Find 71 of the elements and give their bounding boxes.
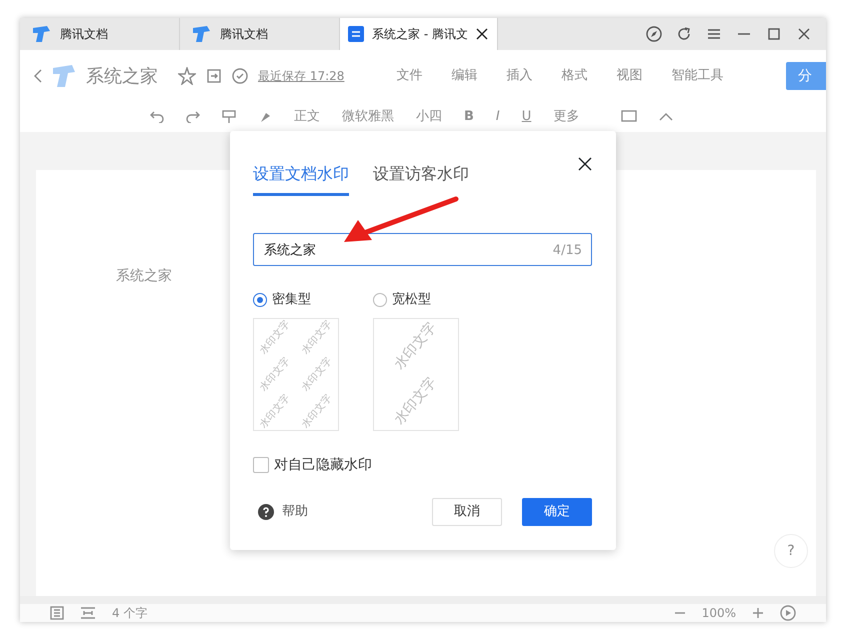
help-icon bbox=[258, 504, 274, 520]
page-width-icon[interactable] bbox=[80, 606, 96, 620]
watermark-text: 水印文字 bbox=[256, 392, 294, 430]
tab-title: 腾讯文档 bbox=[60, 26, 108, 43]
bold-button[interactable]: B bbox=[464, 107, 474, 127]
folder-icon[interactable] bbox=[206, 68, 222, 84]
browser-tab[interactable]: 系统之家 - 腾讯文 bbox=[340, 18, 498, 50]
save-status: 最近保存 17:28 bbox=[258, 68, 344, 85]
menu-item[interactable]: 格式 bbox=[561, 66, 588, 86]
maximize-icon[interactable] bbox=[766, 26, 782, 42]
logo-icon bbox=[32, 25, 50, 43]
radio-option[interactable]: 密集型 bbox=[253, 290, 339, 310]
option-label: 宽松型 bbox=[392, 291, 431, 309]
confirm-button[interactable]: 确定 bbox=[522, 498, 592, 526]
character-counter: 4/15 bbox=[552, 242, 582, 260]
size-dropdown[interactable]: 小四 bbox=[416, 107, 442, 127]
watermark-text: 水印文字 bbox=[298, 392, 336, 430]
redo-icon[interactable] bbox=[186, 111, 200, 123]
radio-option[interactable]: 宽松型 bbox=[373, 290, 459, 310]
word-count: 4 个字 bbox=[112, 605, 148, 622]
document-icon bbox=[348, 26, 364, 42]
check-circle-icon bbox=[232, 68, 248, 84]
italic-button[interactable]: I bbox=[496, 107, 500, 127]
compass-icon[interactable] bbox=[646, 26, 662, 42]
menu-item[interactable]: 文件 bbox=[396, 66, 422, 86]
watermark-text: 水印文字 bbox=[390, 318, 441, 374]
tab-title: 系统之家 - 腾讯文 bbox=[372, 26, 468, 43]
brush-icon[interactable] bbox=[258, 110, 272, 124]
document-text: 系统之家 bbox=[116, 268, 172, 284]
menu-item[interactable]: 智能工具 bbox=[671, 66, 724, 86]
document-title: 系统之家 bbox=[86, 64, 158, 88]
format-icon[interactable] bbox=[222, 110, 236, 124]
back-icon[interactable] bbox=[34, 69, 42, 83]
close-icon[interactable] bbox=[578, 157, 592, 171]
play-icon[interactable] bbox=[780, 605, 796, 621]
watermark-text: 水印文字 bbox=[298, 318, 336, 357]
font-dropdown[interactable]: 微软雅黑 bbox=[342, 107, 394, 127]
help-link[interactable]: 帮助 bbox=[282, 502, 308, 522]
menu-item[interactable]: 插入 bbox=[506, 66, 532, 86]
dialog-tab[interactable]: 设置文档水印 bbox=[253, 161, 349, 196]
watermark-text: 水印文字 bbox=[256, 318, 294, 357]
style-dropdown[interactable]: 正文 bbox=[294, 107, 320, 127]
menu-item[interactable]: 视图 bbox=[616, 66, 642, 86]
dialog-tab[interactable]: 设置访客水印 bbox=[373, 161, 469, 196]
outline-icon[interactable] bbox=[50, 606, 64, 620]
logo-icon bbox=[52, 64, 76, 88]
tab-title: 腾讯文档 bbox=[220, 26, 268, 43]
zoom-level: 100% bbox=[702, 605, 736, 622]
logo-icon bbox=[192, 25, 210, 43]
star-icon[interactable] bbox=[178, 67, 196, 85]
watermark-text: 水印文字 bbox=[390, 374, 441, 430]
comment-icon[interactable] bbox=[621, 110, 638, 124]
watermark-text: 水印文字 bbox=[298, 354, 336, 394]
collapse-icon[interactable] bbox=[659, 113, 674, 121]
checkbox[interactable] bbox=[253, 457, 269, 473]
underline-button[interactable]: U bbox=[522, 107, 532, 127]
menu-item[interactable]: 编辑 bbox=[451, 66, 478, 86]
radio-button[interactable] bbox=[373, 292, 387, 307]
undo-icon[interactable] bbox=[150, 111, 164, 123]
watermark-text: 水印文字 bbox=[256, 354, 294, 394]
radio-button[interactable] bbox=[253, 292, 267, 307]
cancel-button[interactable]: 取消 bbox=[432, 498, 502, 526]
share-button[interactable]: 分 bbox=[786, 62, 826, 90]
hide-watermark-checkbox[interactable]: 对自己隐藏水印 bbox=[253, 454, 372, 476]
close-icon[interactable] bbox=[796, 26, 812, 42]
refresh-icon[interactable] bbox=[676, 26, 692, 42]
zoom-in-icon[interactable] bbox=[752, 607, 764, 619]
checkbox-label: 对自己隐藏水印 bbox=[274, 456, 372, 474]
more-dropdown[interactable]: 更多 bbox=[553, 107, 580, 127]
close-icon[interactable] bbox=[476, 28, 488, 40]
option-label: 密集型 bbox=[272, 291, 311, 309]
